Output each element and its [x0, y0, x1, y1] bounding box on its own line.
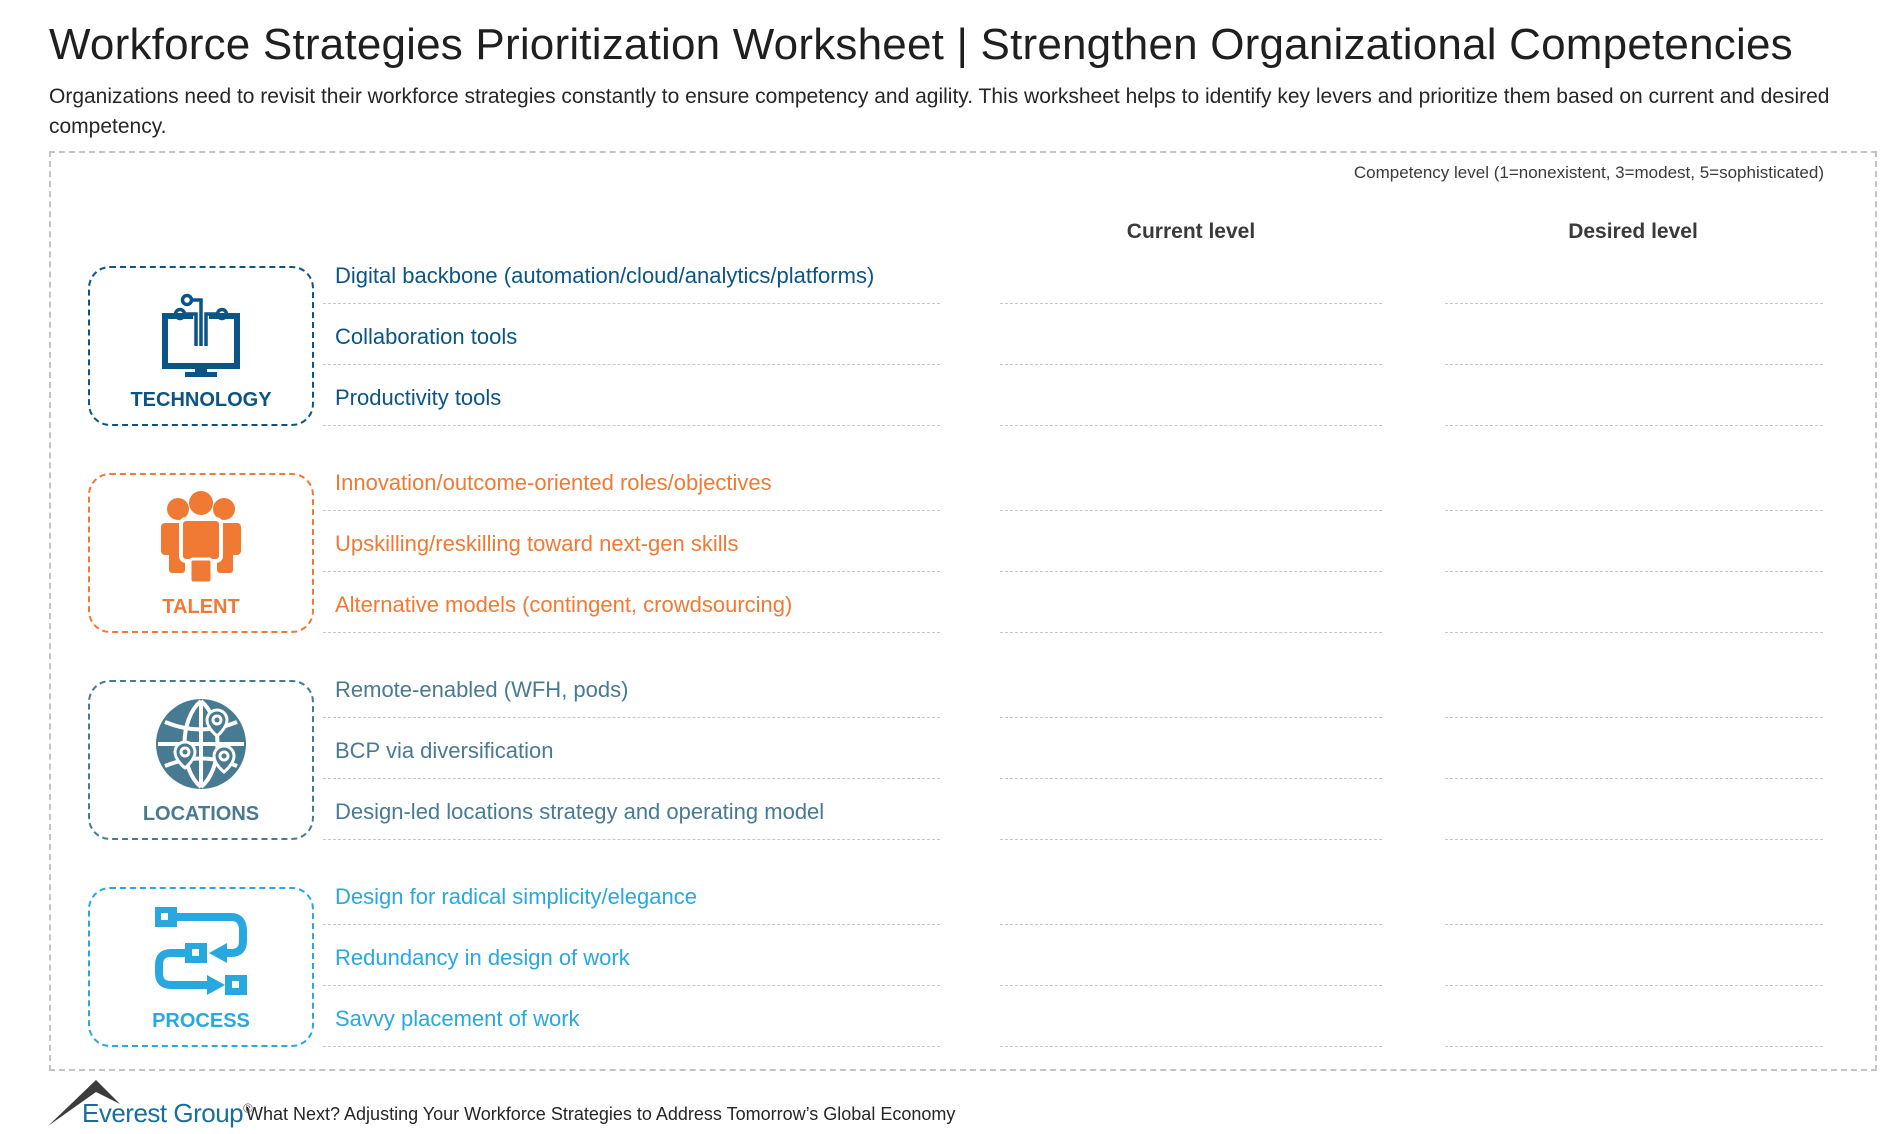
current-level-entry-line[interactable]: [1000, 839, 1382, 840]
row-divider: [323, 839, 940, 840]
desired-level-entry-line[interactable]: [1445, 1046, 1823, 1047]
lever-item: BCP via diversification: [335, 738, 554, 763]
desired-level-entry-line[interactable]: [1445, 510, 1823, 511]
lever-item: Digital backbone (automation/cloud/analy…: [335, 263, 875, 288]
computer-circuit-icon: [162, 293, 240, 377]
category-label: TECHNOLOGY: [130, 389, 272, 411]
lever-item: Upskilling/reskilling toward next-gen sk…: [335, 531, 739, 556]
footer-report-title: What Next? Adjusting Your Workforce Stra…: [246, 1104, 956, 1124]
lever-item: Innovation/outcome-oriented roles/object…: [335, 470, 772, 495]
column-header-desired-level: Desired level: [1568, 220, 1698, 243]
current-level-entry-line[interactable]: [1000, 303, 1382, 304]
row-divider: [323, 425, 940, 426]
category-label: TALENT: [162, 596, 240, 618]
desired-level-entry-line[interactable]: [1445, 778, 1823, 779]
current-level-entry-line[interactable]: [1000, 571, 1382, 572]
column-header-current-level: Current level: [1126, 220, 1256, 243]
row-divider: [323, 303, 940, 304]
category-technology: TECHNOLOGY: [88, 266, 314, 426]
desired-level-entry-line[interactable]: [1445, 571, 1823, 572]
current-level-entry-line[interactable]: [1000, 985, 1382, 986]
page-title: Workforce Strategies Prioritization Work…: [49, 20, 1793, 69]
footer-brand: Everest Group®: [82, 1098, 253, 1129]
row-divider: [323, 924, 940, 925]
current-level-entry-line[interactable]: [1000, 717, 1382, 718]
process-flow-icon: [155, 907, 247, 995]
category-label: PROCESS: [152, 1010, 250, 1032]
lever-item: Alternative models (contingent, crowdsou…: [335, 592, 793, 617]
row-divider: [323, 1046, 940, 1047]
lever-item: Collaboration tools: [335, 324, 518, 349]
row-divider: [323, 985, 940, 986]
current-level-entry-line[interactable]: [1000, 1046, 1382, 1047]
row-divider: [323, 717, 940, 718]
current-level-entry-line[interactable]: [1000, 632, 1382, 633]
lever-item: Productivity tools: [335, 385, 502, 410]
row-divider: [323, 632, 940, 633]
globe-pins-icon: [156, 699, 246, 789]
current-level-entry-line[interactable]: [1000, 364, 1382, 365]
desired-level-entry-line[interactable]: [1445, 985, 1823, 986]
row-divider: [323, 510, 940, 511]
desired-level-entry-line[interactable]: [1445, 425, 1823, 426]
footer-brand-name: Everest Group: [82, 1098, 244, 1128]
category-process: PROCESS: [88, 887, 314, 1047]
lever-item: Design for radical simplicity/elegance: [335, 884, 697, 909]
competency-legend: Competency level (1=nonexistent, 3=modes…: [1353, 163, 1824, 182]
row-divider: [323, 778, 940, 779]
desired-level-entry-line[interactable]: [1445, 364, 1823, 365]
category-label: LOCATIONS: [142, 803, 260, 825]
current-level-entry-line[interactable]: [1000, 778, 1382, 779]
category-talent: TALENT: [88, 473, 314, 633]
lever-item: Savvy placement of work: [335, 1006, 580, 1031]
desired-level-entry-line[interactable]: [1445, 839, 1823, 840]
lever-item: Redundancy in design of work: [335, 945, 630, 970]
page-subtitle: Organizations need to revisit their work…: [49, 85, 1830, 138]
category-locations: LOCATIONS: [88, 680, 314, 840]
people-group-icon: [161, 491, 241, 585]
worksheet-frame: [49, 151, 1877, 1071]
desired-level-entry-line[interactable]: [1445, 303, 1823, 304]
row-divider: [323, 571, 940, 572]
desired-level-entry-line[interactable]: [1445, 632, 1823, 633]
lever-item: Remote-enabled (WFH, pods): [335, 677, 629, 702]
desired-level-entry-line[interactable]: [1445, 924, 1823, 925]
desired-level-entry-line[interactable]: [1445, 717, 1823, 718]
current-level-entry-line[interactable]: [1000, 510, 1382, 511]
lever-item: Design-led locations strategy and operat…: [335, 799, 825, 824]
row-divider: [323, 364, 940, 365]
current-level-entry-line[interactable]: [1000, 924, 1382, 925]
current-level-entry-line[interactable]: [1000, 425, 1382, 426]
